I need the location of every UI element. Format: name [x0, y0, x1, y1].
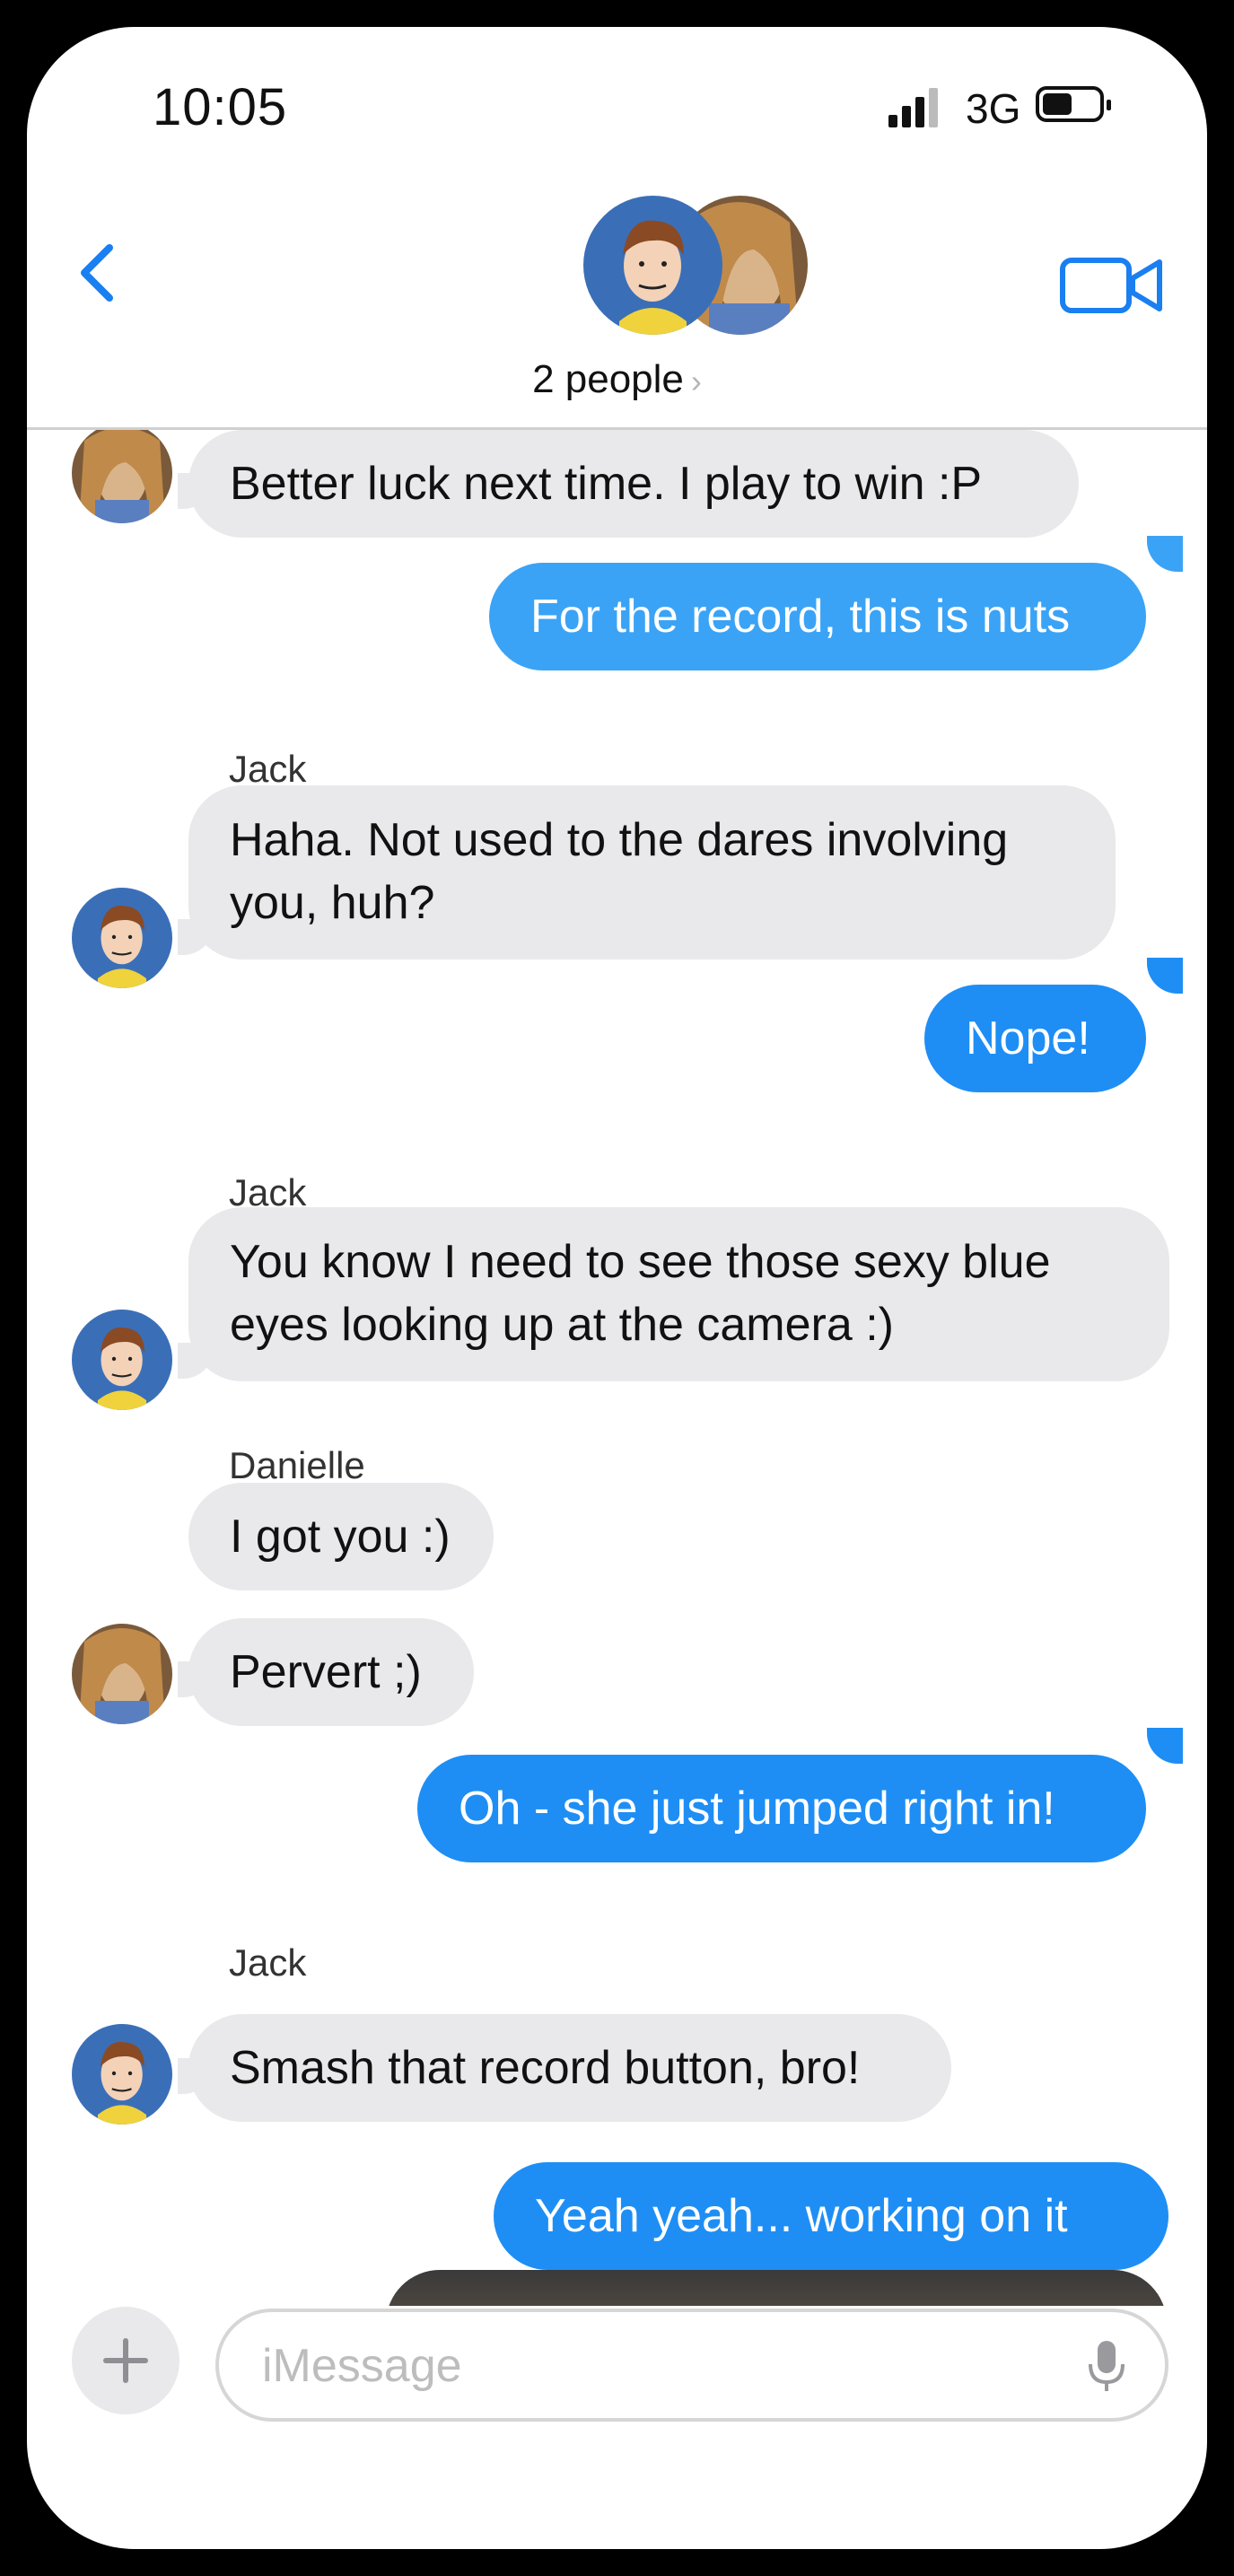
message-bubble[interactable]: Haha. Not used to the dares involving yo…: [188, 785, 1116, 959]
message-line: You know I need to see those sexy blue: [230, 1236, 1051, 1288]
message-line: you, huh?: [230, 877, 435, 929]
network-type: 3G: [966, 85, 1021, 132]
sender-name: Jack: [229, 748, 307, 790]
screen: 10:05 3G 2 people › Better luck next tim…: [27, 27, 1207, 2549]
message-thread[interactable]: Better luck next time. I play to win :P …: [27, 430, 1207, 2306]
phone-frame: 10:05 3G 2 people › Better luck next tim…: [0, 0, 1234, 2576]
message-line: eyes looking up at the camera :): [230, 1299, 894, 1351]
status-time: 10:05: [153, 78, 288, 136]
input-placeholder: iMessage: [262, 2340, 462, 2392]
plus-button[interactable]: [72, 2307, 179, 2414]
chevron-right-icon: ›: [690, 363, 702, 399]
jack-message-avatar: [72, 2024, 172, 2125]
plus-icon: [103, 2338, 148, 2383]
people-label: 2 people: [532, 357, 684, 401]
group-avatar[interactable]: [583, 196, 808, 353]
message-bubble[interactable]: You know I need to see those sexy blue e…: [188, 1207, 1169, 1381]
sender-name: Jack: [229, 1941, 307, 1984]
message-bubble[interactable]: I got you :): [188, 1483, 494, 1590]
mic-icon[interactable]: [1084, 2337, 1129, 2395]
jack-message-avatar: [72, 1310, 172, 1410]
message-line: Haha. Not used to the dares involving: [230, 814, 1009, 866]
danielle-message-avatar: [72, 430, 172, 523]
message-bubble[interactable]: For the record, this is nuts: [489, 563, 1146, 670]
jack-message-avatar: [72, 888, 172, 988]
danielle-message-avatar: [72, 1624, 172, 1724]
message-bubble[interactable]: Pervert ;): [188, 1618, 474, 1726]
message-bubble[interactable]: Oh - she just jumped right in!: [417, 1755, 1146, 1862]
photo-attachment[interactable]: [386, 2270, 1167, 2306]
message-bubble[interactable]: Nope!: [924, 985, 1146, 1092]
cellular-signal-icon: [888, 88, 942, 127]
message-bubble[interactable]: Better luck next time. I play to win :P: [188, 430, 1079, 538]
conversation-people[interactable]: 2 people ›: [27, 357, 1207, 402]
imessage-input[interactable]: iMessage: [215, 2309, 1168, 2422]
jack-avatar: [583, 196, 722, 335]
back-chevron-icon[interactable]: [63, 215, 135, 323]
message-bubble[interactable]: Yeah yeah... working on it: [494, 2162, 1168, 2270]
message-bubble[interactable]: Smash that record button, bro!: [188, 2014, 951, 2122]
battery-icon: [1036, 86, 1111, 122]
sender-name: Danielle: [229, 1444, 365, 1486]
video-call-icon[interactable]: [1059, 250, 1167, 321]
